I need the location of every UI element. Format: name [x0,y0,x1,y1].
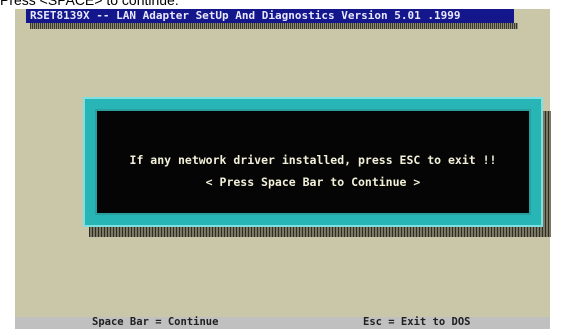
message-dialog: If any network driver installed, press E… [83,97,543,227]
continue-hint[interactable]: Space Bar = Continue [92,316,218,328]
title-shadow [30,23,518,29]
status-bar: Space Bar = Continue Esc = Exit to DOS [15,316,550,329]
dialog-body: If any network driver installed, press E… [95,109,531,215]
dialog-message: If any network driver installed, press E… [129,153,497,167]
continue-prompt[interactable]: < Press Space Bar to Continue > [97,175,529,189]
exit-hint[interactable]: Esc = Exit to DOS [363,316,470,328]
window-title: RSET8139X -- LAN Adapter SetUp And Diagn… [26,9,514,23]
